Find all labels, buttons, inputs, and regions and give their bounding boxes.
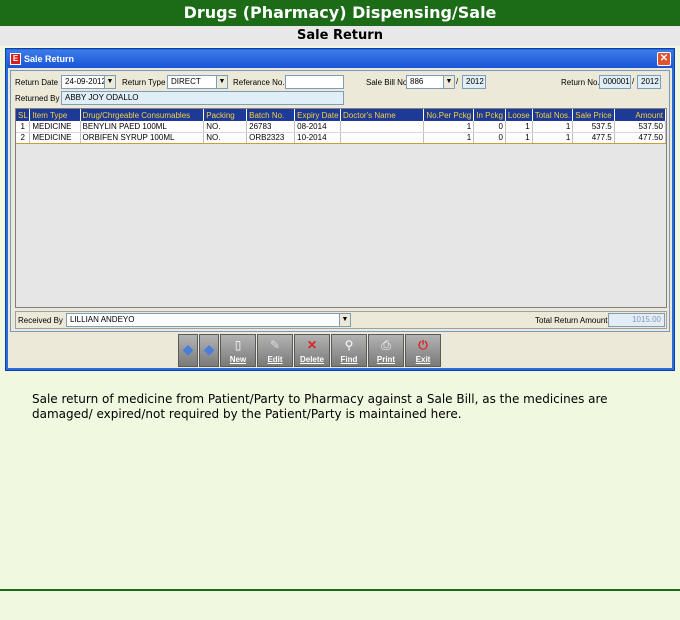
total-return-amount-field: 1015.00 [608, 313, 665, 327]
column-header: Loose [505, 109, 533, 121]
table-cell: MEDICINE [29, 132, 81, 144]
total-return-amount-label: Total Return Amount [535, 316, 608, 325]
column-header: Expiry Date [294, 109, 342, 121]
reference-label: Referance No. [233, 78, 285, 87]
form-panel: Return Date 24-09-2012 ▼ Return Type DIR… [10, 70, 670, 332]
sale-bill-label: Sale Bill No. [366, 78, 410, 87]
return-year-field: 2012 [637, 75, 661, 89]
sale-bill-separator: / [456, 77, 459, 86]
table-row[interactable]: 1 MEDICINE BENYLIN PAED 100ML NO. 26783 … [16, 121, 666, 133]
return-no-separator: / [632, 77, 635, 86]
received-by-select[interactable]: LILLIAN ANDEYO ▼ [66, 313, 351, 327]
return-type-label: Return Type [122, 78, 166, 87]
column-header: Sale Price [572, 109, 615, 121]
column-header: No.Per Pckg [423, 109, 475, 121]
footer-divider [0, 589, 680, 591]
power-icon: ⏻ [418, 338, 428, 352]
previous-record-button[interactable]: ◆ [178, 334, 198, 367]
arrow-right-icon: ◆ [203, 342, 215, 358]
table-cell: NO. [203, 121, 248, 133]
delete-button[interactable]: ✕ Delete [294, 334, 330, 367]
app-icon: E [10, 53, 21, 65]
edit-icon: ✎ [269, 338, 281, 352]
table-cell: 477.50 [614, 132, 666, 144]
return-no-label: Return No. [561, 78, 600, 87]
table-cell: 537.50 [614, 121, 666, 133]
table-cell: MEDICINE [29, 121, 81, 133]
arrow-left-icon: ◆ [182, 342, 194, 358]
table-cell: BENYLIN PAED 100ML [80, 121, 205, 133]
grid-header-row: SL Item Type Drug/Chrgeable Consumables … [16, 109, 666, 121]
table-cell: 1 [505, 121, 533, 133]
table-cell [340, 121, 425, 133]
column-header: Doctor's Name [340, 109, 425, 121]
next-record-button[interactable]: ◆ [199, 334, 219, 367]
chevron-down-icon[interactable]: ▼ [104, 76, 115, 88]
new-button[interactable]: ▯ New [220, 334, 256, 367]
returned-by-field[interactable]: ABBY JOY ODALLO [61, 91, 344, 105]
column-header: Total Nos. [532, 109, 574, 121]
return-date-field[interactable]: 24-09-2012 ▼ [61, 75, 116, 89]
table-cell: 1 [423, 132, 475, 144]
find-button[interactable]: ⚲ Find [331, 334, 367, 367]
reference-input[interactable] [285, 75, 344, 89]
sale-bill-year-field: 2012 [462, 75, 486, 89]
document-icon: ▯ [234, 338, 242, 352]
column-header: Drug/Chrgeable Consumables [80, 109, 205, 121]
received-by-label: Received By [18, 316, 63, 325]
table-cell: 1 [16, 121, 31, 133]
page-description: Sale return of medicine from Patient/Par… [32, 392, 608, 421]
chevron-down-icon[interactable]: ▼ [339, 314, 350, 326]
printer-icon: ⎙ [381, 338, 391, 352]
page-subtitle: Sale Return [0, 26, 680, 46]
table-cell: NO. [203, 132, 248, 144]
bottom-bar: Received By LILLIAN ANDEYO ▼ Total Retur… [15, 311, 667, 329]
column-header: Amount [614, 109, 666, 121]
return-no-field: 000001 [599, 75, 631, 89]
column-header: Batch No. [246, 109, 296, 121]
chevron-down-icon[interactable]: ▼ [443, 76, 454, 88]
return-type-select[interactable]: DIRECT ▼ [167, 75, 228, 89]
exit-button[interactable]: ⏻ Exit [405, 334, 441, 367]
table-cell: 1 [423, 121, 475, 133]
column-header: Packing [203, 109, 248, 121]
close-icon[interactable]: ✕ [657, 52, 671, 66]
chevron-down-icon[interactable]: ▼ [216, 76, 227, 88]
table-cell: 1 [505, 132, 533, 144]
table-cell: 1 [532, 121, 574, 133]
page-title: Drugs (Pharmacy) Dispensing/Sale [0, 0, 680, 26]
window-title: Sale Return [24, 54, 75, 64]
print-button[interactable]: ⎙ Print [368, 334, 404, 367]
table-cell: 477.5 [572, 132, 615, 144]
table-cell [340, 132, 425, 144]
table-cell: 0 [473, 132, 506, 144]
edit-button[interactable]: ✎ Edit [257, 334, 293, 367]
table-cell: 537.5 [572, 121, 615, 133]
sale-return-window: E Sale Return ✕ Return Date 24-09-2012 ▼… [5, 48, 675, 371]
column-header: SL [16, 109, 31, 121]
table-cell: 2 [16, 132, 31, 144]
table-cell: ORBIFEN SYRUP 100ML [80, 132, 205, 144]
items-grid[interactable]: SL Item Type Drug/Chrgeable Consumables … [15, 108, 667, 308]
action-toolbar: ◆ ◆ ▯ New ✎ Edit ✕ Delete ⚲ Find ⎙ Print… [178, 334, 450, 368]
table-cell: 10-2014 [294, 132, 342, 144]
delete-icon: ✕ [306, 338, 318, 352]
table-cell: 26783 [246, 121, 296, 133]
column-header: In Pckg [473, 109, 506, 121]
table-cell: 08-2014 [294, 121, 342, 133]
table-cell: ORB2323 [246, 132, 296, 144]
table-cell: 1 [532, 132, 574, 144]
sale-bill-select[interactable]: 886 ▼ [406, 75, 455, 89]
return-date-label: Return Date [15, 78, 59, 87]
returned-by-label: Returned By [15, 94, 60, 103]
search-icon: ⚲ [344, 338, 354, 352]
table-row[interactable]: 2 MEDICINE ORBIFEN SYRUP 100ML NO. ORB23… [16, 132, 666, 144]
table-cell: 0 [473, 121, 506, 133]
window-titlebar: E Sale Return ✕ [7, 50, 673, 68]
column-header: Item Type [29, 109, 81, 121]
